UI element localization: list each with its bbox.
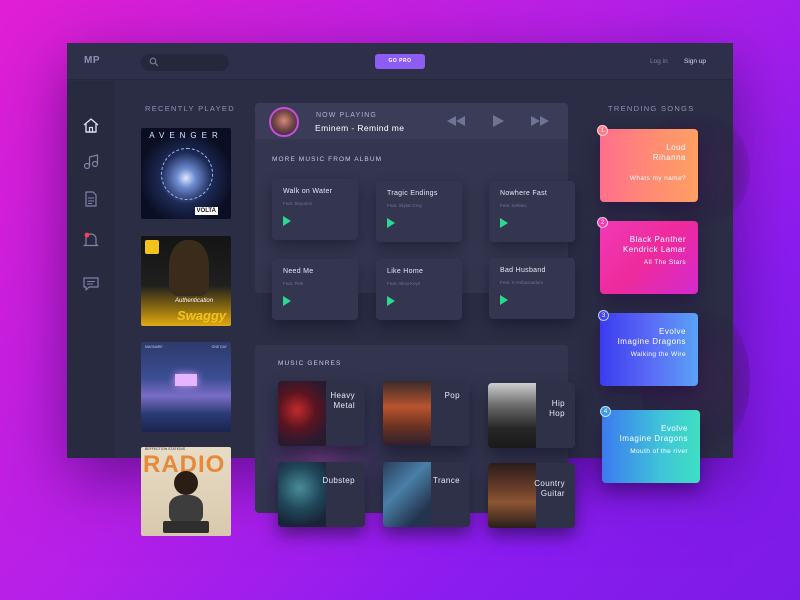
trending-song-card[interactable]: Black Panther Kendrick Lamar All The Star…	[600, 221, 698, 294]
genre-name: Dubstep	[322, 476, 355, 485]
trending-songs-title: TRENDING SONGS	[608, 104, 695, 113]
app-logo[interactable]: MP	[84, 55, 100, 66]
rank-badge: 2	[597, 217, 608, 228]
track-name: Need Me	[283, 268, 314, 275]
play-icon[interactable]	[387, 296, 395, 306]
track-feat: Feat. Skylar Grey	[387, 203, 423, 208]
trending-artist: Rihanna	[652, 153, 686, 162]
track-feat: Feat. Kehlani	[500, 203, 527, 208]
track-card[interactable]: Like Home Feat. Alicia Keys	[376, 259, 462, 320]
genre-card[interactable]: Pop	[383, 381, 470, 446]
album-cover[interactable]: AVENGER VOLTA	[141, 128, 231, 219]
track-feat: Feat. X Ambassadors	[500, 280, 544, 285]
home-icon[interactable]	[82, 117, 100, 135]
genre-card[interactable]: Dubstep	[278, 462, 365, 527]
album-caption: MAGNARE	[145, 345, 163, 349]
search-icon	[149, 57, 159, 67]
track-name: Walk on Water	[283, 188, 333, 195]
genre-name: Heavy	[330, 391, 355, 400]
trending-track: Mouth of the river	[630, 448, 688, 455]
album-caption: ONE DAY	[211, 345, 228, 349]
chat-icon[interactable]	[82, 275, 100, 293]
trending-artist: Kendrick Lamar	[622, 245, 686, 254]
genre-name: Hop	[549, 409, 565, 418]
now-playing-label: NOW PLAYING	[316, 112, 377, 119]
now-playing-bar: NOW PLAYING Eminem - Remind me	[255, 103, 568, 139]
track-card[interactable]: Need Me Feat. Pink	[272, 259, 358, 320]
trending-song: Loud	[666, 143, 686, 152]
next-icon[interactable]	[531, 116, 549, 126]
rank-badge: 4	[600, 406, 611, 417]
album-cover[interactable]: Authentication Swaggy	[141, 236, 231, 326]
track-name: Bad Husband	[500, 267, 546, 274]
album-cover[interactable]: MAGNARE ONE DAY	[141, 342, 231, 432]
trending-song: Black Panther	[629, 235, 686, 244]
track-card[interactable]: Bad Husband Feat. X Ambassadors	[489, 258, 575, 319]
album-title: AVENGER	[149, 131, 223, 140]
track-card[interactable]: Walk on Water Feat. Beyoncé	[272, 179, 358, 240]
previous-icon[interactable]	[447, 116, 465, 126]
signup-link[interactable]: Sign up	[684, 58, 706, 65]
trending-song-card[interactable]: Evolve Imagine Dragons Mouth of the river	[602, 410, 700, 483]
genre-card[interactable]: Trance	[383, 462, 470, 527]
track-card[interactable]: Tragic Endings Feat. Skylar Grey	[376, 181, 462, 242]
track-name: Nowhere Fast	[500, 190, 548, 197]
trending-track: All The Stars	[643, 259, 686, 266]
trending-track: Whats my name?	[629, 175, 686, 182]
search-input[interactable]	[141, 54, 229, 71]
play-icon[interactable]	[500, 218, 508, 228]
track-feat: Feat. Beyoncé	[283, 201, 313, 206]
genre-card[interactable]: Hip Hop	[488, 383, 575, 448]
rank-badge: 3	[598, 310, 609, 321]
genre-name: Hip	[551, 399, 565, 408]
trending-song: Evolve	[660, 424, 688, 433]
more-music-title: MORE MUSIC FROM ALBUM	[272, 156, 383, 163]
music-genres-title: MUSIC GENRES	[278, 360, 342, 367]
trending-song: Evolve	[658, 327, 686, 336]
album-cover[interactable]: BEFFECTION STATIONS RADIO	[141, 447, 231, 536]
now-playing-song: Eminem - Remind me	[315, 123, 405, 133]
genre-name: Trance	[432, 476, 460, 485]
genre-card[interactable]: Heavy Metal	[278, 381, 365, 446]
trending-artist: Imagine Dragons	[619, 434, 688, 443]
trending-song-card[interactable]: Loud Rihanna Whats my name?	[600, 129, 698, 202]
trending-song-card[interactable]: Evolve Imagine Dragons Walking the Wire	[600, 313, 698, 386]
track-feat: Feat. Alicia Keys	[387, 281, 421, 286]
sidebar	[67, 81, 115, 458]
album-subtitle: Authentication	[175, 298, 214, 304]
album-badge: VOLTA	[194, 207, 218, 215]
notification-icon[interactable]	[82, 231, 100, 249]
genre-name: Metal	[333, 401, 355, 410]
go-pro-button[interactable]: GO PRO	[375, 54, 425, 69]
play-icon[interactable]	[492, 115, 504, 127]
play-icon[interactable]	[283, 296, 291, 306]
recently-played-title: RECENTLY PLAYED	[145, 104, 235, 113]
genre-card[interactable]: Country Guitar	[488, 463, 575, 528]
genre-name: Country	[534, 479, 565, 488]
now-playing-avatar	[269, 107, 299, 137]
play-icon[interactable]	[500, 295, 508, 305]
genre-name: Pop	[444, 391, 460, 400]
document-icon[interactable]	[82, 190, 100, 208]
genre-name: Guitar	[540, 489, 565, 498]
album-title: Swaggy	[177, 308, 227, 323]
trending-track: Walking the Wire	[630, 351, 686, 358]
trending-artist: Imagine Dragons	[617, 337, 686, 346]
music-notes-icon[interactable]	[82, 153, 100, 171]
rank-badge: 1	[597, 125, 608, 136]
play-icon[interactable]	[283, 216, 291, 226]
play-icon[interactable]	[387, 218, 395, 228]
track-name: Tragic Endings	[387, 190, 438, 197]
login-link[interactable]: Log in	[650, 58, 668, 65]
track-feat: Feat. Pink	[283, 281, 304, 286]
top-bar: MP GO PRO Log in Sign up	[67, 43, 733, 80]
track-card[interactable]: Nowhere Fast Feat. Kehlani	[489, 181, 575, 242]
track-name: Like Home	[387, 268, 424, 275]
